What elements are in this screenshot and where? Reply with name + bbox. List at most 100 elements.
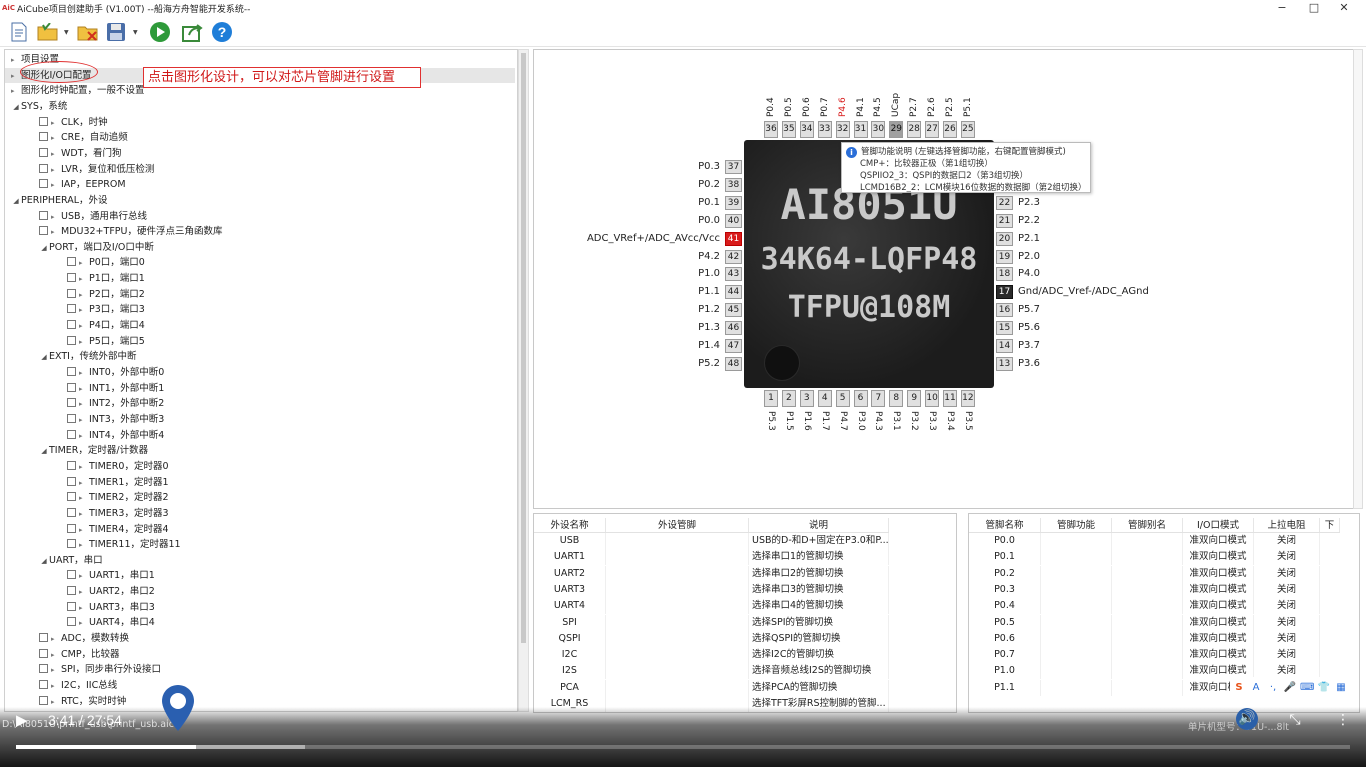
checkbox[interactable] xyxy=(67,492,76,502)
chevron-down-icon[interactable]: ▼ xyxy=(133,29,140,37)
expand-icon[interactable]: ◢ xyxy=(39,241,49,256)
checkbox[interactable] xyxy=(67,320,76,330)
tree-item[interactable]: ▸ LVR，复位和低压检测 xyxy=(5,162,515,177)
pin-21[interactable]: 21 xyxy=(996,213,1013,228)
tree-item[interactable]: ▸ TIMER0，定时器0 xyxy=(5,459,515,474)
checkbox[interactable] xyxy=(39,695,48,705)
tree-item[interactable]: ▸ CMP，比较器 xyxy=(5,647,515,662)
tree-item[interactable]: ▸ UART3，串口3 xyxy=(5,600,515,615)
table-row[interactable]: QSPI 选择QSPI的管脚切换 xyxy=(534,630,889,647)
maximize-button[interactable]: □ xyxy=(1304,0,1324,16)
tree-item[interactable]: ▸ TIMER11，定时器11 xyxy=(5,537,515,552)
checkbox[interactable] xyxy=(67,539,76,549)
pin-40[interactable]: 40 xyxy=(725,213,742,228)
checkbox[interactable] xyxy=(39,664,48,674)
tree-item[interactable]: ▸ USB，通用串行总线 xyxy=(5,209,515,224)
checkbox[interactable] xyxy=(67,382,76,392)
skin-icon[interactable]: 👕 xyxy=(1317,682,1331,693)
pin-6[interactable]: 6 xyxy=(853,390,868,407)
scrollbar-thumb[interactable] xyxy=(521,53,526,643)
checkbox[interactable] xyxy=(67,413,76,423)
pin-48[interactable]: 48 xyxy=(725,356,742,371)
table-row[interactable]: UART2 选择串口2的管脚切换 xyxy=(534,565,889,582)
tree-item[interactable]: ▸ INT2，外部中断2 xyxy=(5,396,515,411)
open-recent-icon[interactable] xyxy=(36,21,60,43)
tree-item[interactable]: ▸ P5口，端口5 xyxy=(5,334,515,349)
more-options-icon[interactable]: ⋮ xyxy=(1332,710,1354,730)
pin-15[interactable]: 15 xyxy=(996,321,1013,336)
punctuation-icon[interactable]: ·, xyxy=(1266,682,1280,693)
sogou-icon[interactable]: S xyxy=(1232,682,1246,693)
column-header[interactable]: 外设管脚 xyxy=(606,518,749,532)
checkbox[interactable] xyxy=(39,147,48,157)
table-row[interactable]: I2C 选择I2C的管脚切换 xyxy=(534,647,889,664)
pin-18[interactable]: 18 xyxy=(996,267,1013,282)
checkbox[interactable] xyxy=(67,601,76,611)
tree-item[interactable]: ◢ PERIPHERAL，外设 xyxy=(5,193,515,208)
chevron-down-icon[interactable]: ▼ xyxy=(64,29,71,37)
pin-13[interactable]: 13 xyxy=(996,356,1013,371)
expand-icon[interactable]: ◢ xyxy=(11,100,21,115)
checkbox[interactable] xyxy=(39,179,48,189)
ime-toolbar[interactable]: S A ·, 🎤 ⌨ 👕 ▦ xyxy=(1230,677,1358,697)
tree-item[interactable]: ▸ TIMER1，定时器1 xyxy=(5,475,515,490)
pin-46[interactable]: 46 xyxy=(725,321,742,336)
checkbox[interactable] xyxy=(67,257,76,267)
tree-item[interactable]: ▸ UART4，串口4 xyxy=(5,615,515,630)
checkbox[interactable] xyxy=(39,648,48,658)
column-header[interactable]: 管脚功能 xyxy=(1041,518,1112,532)
table-row[interactable]: UART3 选择串口3的管脚切换 xyxy=(534,581,889,598)
table-row[interactable]: P0.2 准双向口模式 关闭 xyxy=(969,565,1320,582)
table-row[interactable]: P0.5 准双向口模式 关闭 xyxy=(969,614,1320,631)
tree-item[interactable]: ◢ EXTI，传统外部中断 xyxy=(5,349,515,364)
column-header[interactable]: 管脚别名 xyxy=(1112,518,1183,532)
expand-icon[interactable]: ◢ xyxy=(39,554,49,569)
pin-19[interactable]: 19 xyxy=(996,249,1013,264)
checkbox[interactable] xyxy=(67,335,76,345)
table-row[interactable]: P0.7 准双向口模式 关闭 xyxy=(969,647,1320,664)
close-project-icon[interactable] xyxy=(76,21,100,43)
checkbox[interactable] xyxy=(67,304,76,314)
checkbox[interactable] xyxy=(39,132,48,142)
pin-36[interactable]: 36 xyxy=(764,121,778,138)
pin-29[interactable]: 29 xyxy=(889,121,904,138)
checkbox[interactable] xyxy=(67,523,76,533)
pin-9[interactable]: 9 xyxy=(907,390,922,407)
checkbox[interactable] xyxy=(67,288,76,298)
microphone-icon[interactable]: 🎤 xyxy=(1283,682,1297,693)
pin-35[interactable]: 35 xyxy=(781,121,796,138)
tree-item[interactable]: ▸ INT0，外部中断0 xyxy=(5,365,515,380)
tree-item[interactable]: ◢ TIMER，定时器/计数器 xyxy=(5,443,515,458)
checkbox[interactable] xyxy=(67,507,76,517)
keyboard-icon[interactable]: ⌨ xyxy=(1300,682,1314,693)
pin-47[interactable]: 47 xyxy=(725,339,742,353)
checkbox[interactable] xyxy=(39,116,48,126)
tree-item[interactable]: ▸ TIMER2，定时器2 xyxy=(5,490,515,505)
tree-item[interactable]: ▸ INT4，外部中断4 xyxy=(5,428,515,443)
table-row[interactable]: P0.4 准双向口模式 关闭 xyxy=(969,598,1320,615)
save-icon[interactable] xyxy=(104,21,128,43)
tree-item[interactable]: ▸ MDU32+TFPU，硬件浮点三角函数库 xyxy=(5,224,515,239)
table-row[interactable]: P0.0 准双向口模式 关闭 xyxy=(969,533,1320,549)
pin-3[interactable]: 3 xyxy=(799,390,814,407)
pin-7[interactable]: 7 xyxy=(871,390,886,407)
minimize-button[interactable]: − xyxy=(1272,0,1292,16)
pin-20[interactable]: 20 xyxy=(996,231,1013,246)
table-row[interactable]: UART1 选择串口1的管脚切换 xyxy=(534,549,889,566)
tree-item[interactable]: ▸ INT3，外部中断3 xyxy=(5,412,515,427)
table-row[interactable]: P0.3 准双向口模式 关闭 xyxy=(969,581,1320,598)
pin-22[interactable]: 22 xyxy=(996,195,1013,210)
pin-34[interactable]: 34 xyxy=(799,121,814,138)
pin-41[interactable]: 41 xyxy=(725,231,742,246)
checkbox[interactable] xyxy=(67,398,76,408)
pin-31[interactable]: 31 xyxy=(853,121,868,138)
column-header[interactable]: 管脚名称 xyxy=(969,518,1041,532)
pin-42[interactable]: 42 xyxy=(725,249,742,264)
tree-item[interactable]: ▸ TIMER3，定时器3 xyxy=(5,506,515,521)
pin-11[interactable]: 11 xyxy=(943,390,957,407)
pin-32[interactable]: 32 xyxy=(835,121,850,138)
video-progress-bar[interactable] xyxy=(16,745,1350,749)
pin-4[interactable]: 4 xyxy=(817,390,832,407)
run-icon[interactable] xyxy=(148,21,172,43)
column-header[interactable]: I/O口模式 xyxy=(1183,518,1254,532)
